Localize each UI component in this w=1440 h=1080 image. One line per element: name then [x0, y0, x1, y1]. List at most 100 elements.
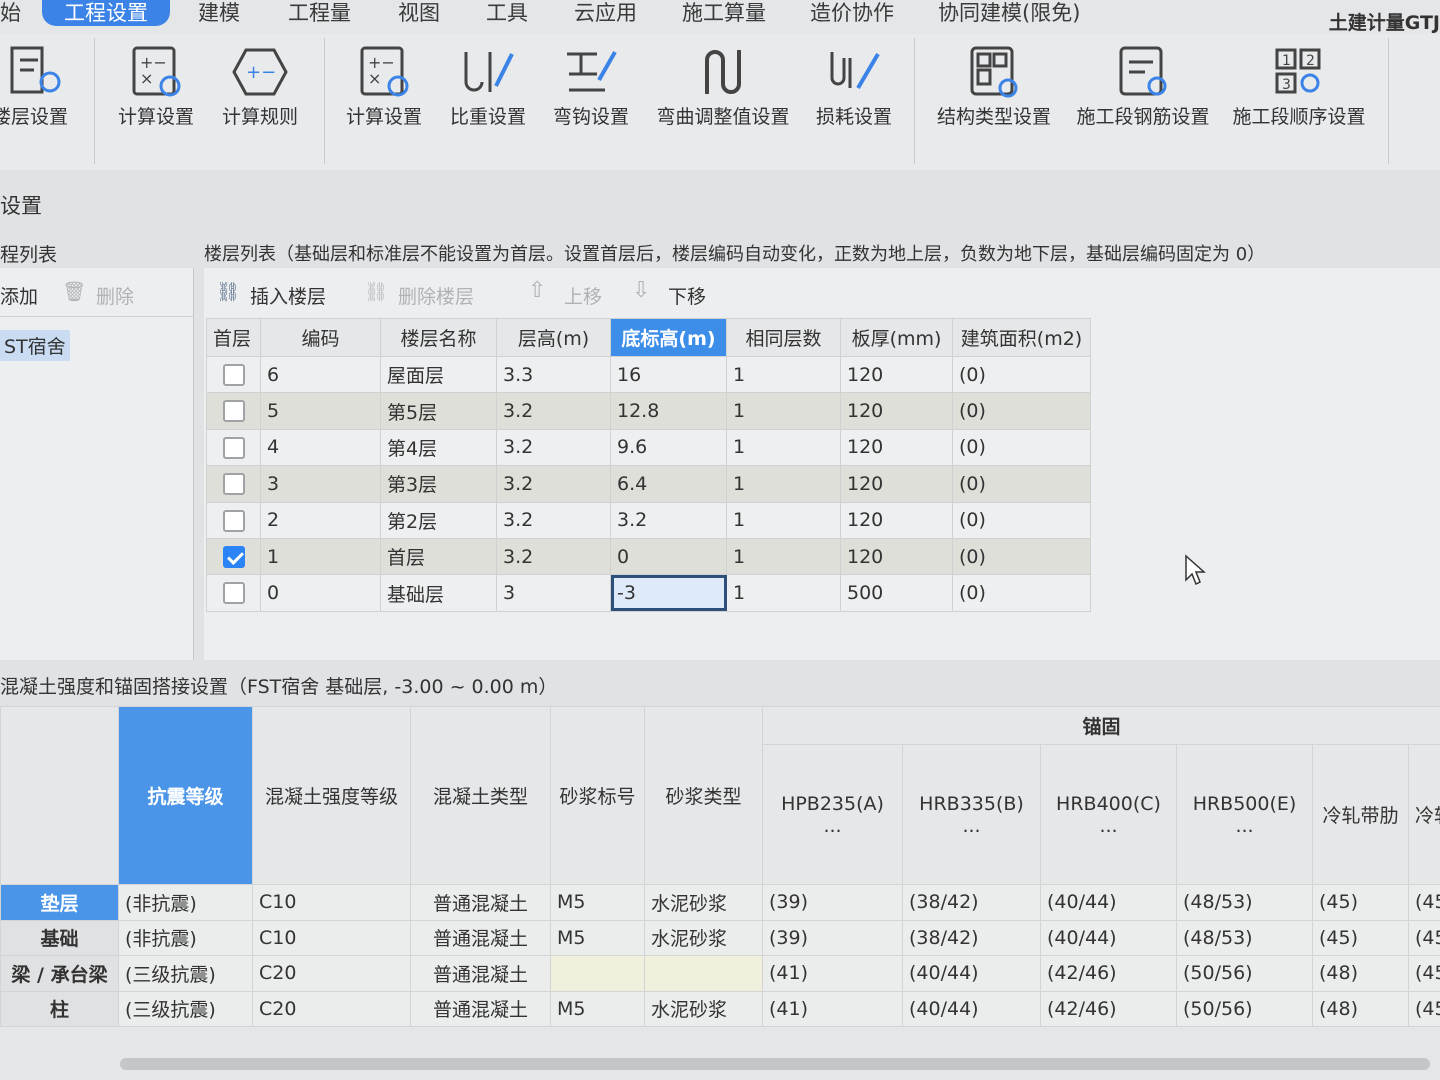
tab-cloud[interactable]: 云应用 [574, 0, 637, 26]
project-item[interactable]: ST宿舍 [0, 330, 70, 361]
col-floor-name[interactable]: 楼层名称 [380, 318, 497, 357]
cell-thick[interactable]: 120 [840, 537, 953, 576]
row-header-component[interactable]: 垫层 [0, 884, 119, 921]
col-hrb335[interactable]: HRB335(B)... [902, 744, 1041, 885]
cell-same[interactable]: 1 [726, 537, 841, 576]
cell-code[interactable]: 1 [260, 537, 381, 576]
delete-floor-button[interactable]: 删除楼层 [398, 282, 474, 309]
concrete-row[interactable]: 梁 / 承台梁 (三级抗震) C20 普通混凝土 (41) (40/44) (42/46)(… [0, 955, 1440, 992]
col-hpb235[interactable]: HPB235(A)... [762, 744, 903, 885]
first-floor-checkbox[interactable] [222, 545, 245, 568]
cell-b[interactable]: (38/42) [902, 919, 1041, 956]
cell-e[interactable]: (48/53) [1176, 919, 1313, 956]
cell-cr[interactable]: (48) [1312, 990, 1409, 1027]
cell-mortar_type[interactable]: 水泥砂浆 [644, 884, 763, 921]
cell-type[interactable]: 普通混凝土 [410, 990, 551, 1027]
cell-base[interactable]: 16 [610, 355, 727, 394]
loss-settings-button[interactable]: 损耗设置 [806, 34, 902, 170]
cell-a[interactable]: (39) [762, 884, 903, 921]
cell-mortar_type[interactable]: 水泥砂浆 [644, 919, 763, 956]
col-first-floor[interactable]: 首层 [206, 318, 261, 357]
cell-a[interactable]: (41) [762, 990, 903, 1027]
hrb500-more[interactable]: ... [1235, 815, 1253, 837]
first-floor-checkbox[interactable] [222, 363, 245, 386]
cell-thick[interactable]: 120 [840, 392, 953, 430]
cell-c[interactable]: (40/44) [1040, 919, 1177, 956]
col-code[interactable]: 编码 [260, 318, 381, 357]
row-header-component[interactable]: 梁 / 承台梁 [0, 955, 119, 992]
cell-area[interactable]: (0) [952, 428, 1091, 467]
cell-area[interactable]: (0) [952, 537, 1091, 576]
col-seismic-grade[interactable]: 抗震等级 [118, 706, 253, 885]
cell-cr2[interactable]: (45) [1407, 955, 1440, 992]
density-settings-button[interactable]: 比重设置 [440, 34, 536, 170]
cell-mortar[interactable]: M5 [550, 990, 645, 1027]
first-floor-checkbox-cell[interactable] [206, 392, 261, 430]
cell-mortar[interactable]: M5 [550, 884, 645, 921]
concrete-row[interactable]: 柱 (三级抗震) C20 普通混凝土 M5 水泥砂浆 (41) (40/44) (42/46)(… [0, 990, 1440, 1027]
first-floor-checkbox[interactable] [222, 582, 245, 605]
first-floor-checkbox-cell[interactable] [206, 537, 261, 576]
cell-grade[interactable]: C10 [252, 919, 411, 956]
row-header-component[interactable]: 基础 [0, 919, 119, 956]
cell-grade[interactable]: C20 [252, 990, 411, 1027]
cell-base[interactable]: 9.6 [610, 428, 727, 467]
cell-same[interactable]: 1 [726, 428, 841, 467]
delete-button[interactable]: 删除 [96, 282, 134, 309]
cell-name[interactable]: 屋面层 [380, 355, 497, 394]
col-cold-rolled[interactable]: 冷轧 [1407, 744, 1440, 885]
cell-e[interactable]: (48/53) [1176, 884, 1313, 921]
cell-cr[interactable]: (48) [1312, 955, 1409, 992]
segment-order-button[interactable]: 123 施工段顺序设置 [1226, 34, 1372, 170]
cell-thick[interactable]: 120 [840, 501, 953, 539]
cell-b[interactable]: (40/44) [902, 990, 1041, 1027]
col-slab-thickness[interactable]: 板厚(mm) [840, 318, 953, 357]
move-up-button[interactable]: 上移 [564, 282, 602, 309]
tab-collab-modeling[interactable]: 协同建模(限免) [938, 0, 1080, 26]
cell-height[interactable]: 3.3 [496, 355, 611, 394]
first-floor-checkbox-cell[interactable] [206, 574, 261, 612]
first-floor-checkbox-cell[interactable] [206, 501, 261, 539]
cell-b[interactable]: (38/42) [902, 884, 1041, 921]
cell-mortar[interactable] [550, 955, 645, 992]
cell-height[interactable]: 3.2 [496, 501, 611, 539]
cell-name[interactable]: 第2层 [380, 501, 497, 539]
col-hrb400[interactable]: HRB400(C)... [1040, 744, 1177, 885]
cell-name[interactable]: 第4层 [380, 428, 497, 467]
concrete-row[interactable]: 基础 (非抗震) C10 普通混凝土 M5 水泥砂浆 (39) (38/42) (40/44)(… [0, 919, 1440, 956]
cell-base[interactable]: 3.2 [610, 501, 727, 539]
cell-thick[interactable]: 120 [840, 428, 953, 467]
cell-height[interactable]: 3.2 [496, 392, 611, 430]
table-row[interactable]: 4 第4层 3.2 9.6 1 120 (0) [206, 428, 1091, 467]
cell-c[interactable]: (42/46) [1040, 955, 1177, 992]
floor-settings-button[interactable]: 楼层设置 [0, 34, 80, 170]
rebar-calc-settings-button[interactable]: +− × 计算设置 [336, 34, 432, 170]
hrb335-more[interactable]: ... [962, 815, 980, 837]
cell-mortar_type[interactable] [644, 955, 763, 992]
col-concrete-type[interactable]: 混凝土类型 [410, 706, 551, 885]
cell-name[interactable]: 第3层 [380, 465, 497, 503]
col-mortar-type[interactable]: 砂浆类型 [644, 706, 763, 885]
cell-seismic[interactable]: (三级抗震) [118, 990, 253, 1027]
cell-name[interactable]: 首层 [380, 537, 497, 576]
cell-thick[interactable]: 120 [840, 355, 953, 394]
col-hrb500[interactable]: HRB500(E)... [1176, 744, 1313, 885]
tab-tools[interactable]: 工具 [486, 0, 528, 26]
col-mortar-grade[interactable]: 砂浆标号 [550, 706, 645, 885]
cell-thick[interactable]: 500 [840, 574, 953, 612]
structure-type-button[interactable]: 结构类型设置 [930, 34, 1058, 170]
hrb400-more[interactable]: ... [1099, 815, 1117, 837]
col-base-elevation[interactable]: 底标高(m) [610, 318, 727, 357]
table-row[interactable]: 5 第5层 3.2 12.8 1 120 (0) [206, 392, 1091, 430]
add-button[interactable]: 添加 [0, 282, 38, 309]
cell-c[interactable]: (42/46) [1040, 990, 1177, 1027]
col-same-count[interactable]: 相同层数 [726, 318, 841, 357]
cell-same[interactable]: 1 [726, 355, 841, 394]
cell-e[interactable]: (50/56) [1176, 955, 1313, 992]
calc-rules-button[interactable]: +− 计算规则 [212, 34, 308, 170]
table-row[interactable]: 6 屋面层 3.3 16 1 120 (0) [206, 355, 1091, 394]
tab-cost-collab[interactable]: 造价协作 [810, 0, 894, 26]
cell-base[interactable]: -3 [610, 574, 727, 612]
hpb235-more[interactable]: ... [823, 815, 841, 837]
first-floor-checkbox[interactable] [222, 400, 245, 423]
